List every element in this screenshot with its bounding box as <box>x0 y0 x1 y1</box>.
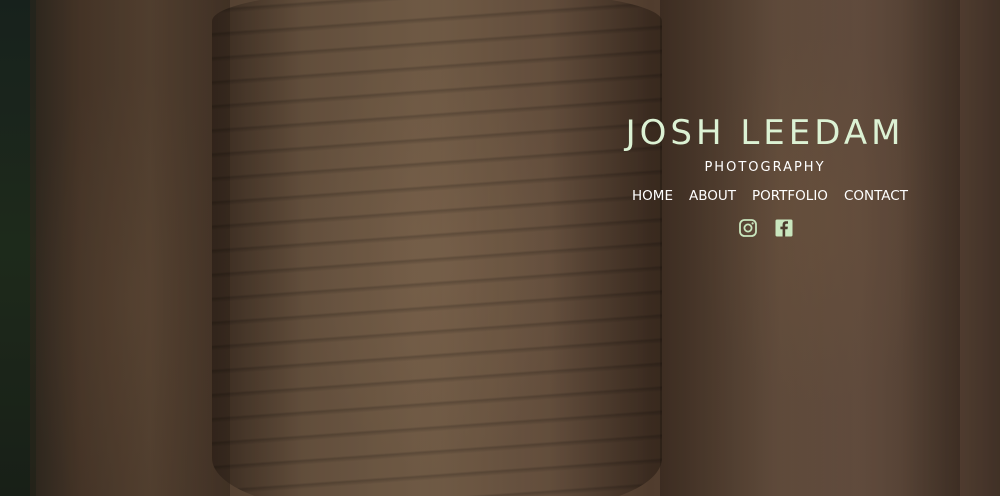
nav-item-about[interactable]: ABOUT <box>689 186 736 206</box>
site-subtitle: PHOTOGRAPHY <box>704 160 826 175</box>
image-overlay <box>0 0 1000 496</box>
hero-background-image <box>0 0 1000 496</box>
main-nav: HOME ABOUT PORTFOLIO CONTACT <box>585 186 945 206</box>
facebook-icon[interactable] <box>774 218 794 238</box>
site-header: JOSH LEEDAM PHOTOGRAPHY HOME ABOUT PORTF… <box>585 110 945 238</box>
instagram-icon[interactable] <box>738 218 758 238</box>
nav-item-portfolio[interactable]: PORTFOLIO <box>752 186 828 206</box>
nav-item-home[interactable]: HOME <box>632 186 673 206</box>
nav-item-contact[interactable]: CONTACT <box>844 186 908 206</box>
social-links <box>585 218 945 238</box>
site-title[interactable]: JOSH LEEDAM <box>585 110 945 156</box>
